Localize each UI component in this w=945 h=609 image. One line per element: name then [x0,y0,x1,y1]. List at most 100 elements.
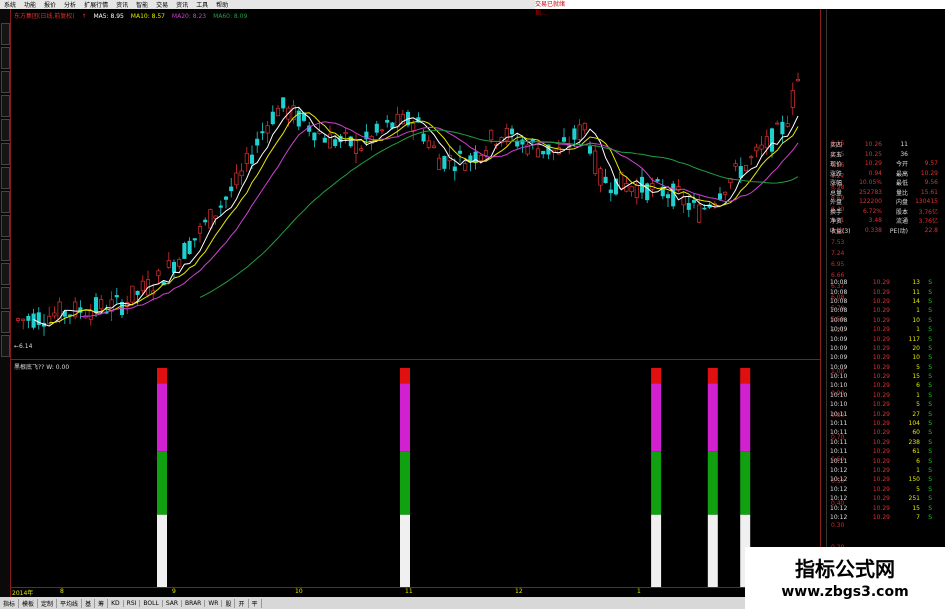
bottom-tab-3[interactable]: 平均线 [57,598,83,608]
tick-row: 10:10 10.29 15 S [830,372,945,381]
bottom-tab-7[interactable]: RSI [124,599,141,607]
menu-item-7[interactable]: 交易 [152,0,172,9]
indicator-bar-segment [740,383,751,452]
tick-cell: 10.29 [872,279,890,287]
left-tab-12[interactable] [1,311,10,333]
bottom-tab-8[interactable]: BOLL [140,599,163,607]
tick-cell: 10.29 [872,457,890,465]
left-tab-8[interactable] [1,215,10,237]
tick-cell: 1 [916,391,920,399]
menu-item-3[interactable]: 分析 [60,0,80,9]
menu-item-5[interactable]: 资讯 [112,0,132,9]
tick-cell: 10.29 [872,476,890,484]
tick-cell: 15 [912,504,920,512]
indicator-bar-segment [707,368,718,384]
menu-item-9[interactable]: 工具 [192,0,212,9]
bottom-tab-6[interactable]: KD [108,599,124,607]
menu-item-2[interactable]: 报价 [40,0,60,9]
left-tab-4[interactable] [1,119,10,141]
indicator-chart[interactable] [10,368,820,587]
bottom-tab-10[interactable]: BRAR [182,599,206,607]
tick-cell: 10.29 [872,485,890,493]
ma-line [80,121,799,318]
tick-cell: 10.29 [872,363,890,371]
quote-cell: 10.29 [920,169,938,177]
bottom-tab-14[interactable]: 平 [249,598,262,608]
quote-cell: 股本 [895,208,908,216]
bottom-tab-11[interactable]: WR [205,599,223,607]
stock-name[interactable]: 东方集团(日线,前复权) [14,13,75,20]
left-tab-2[interactable] [1,71,10,93]
left-tab-0[interactable] [1,23,10,45]
candle-body [671,183,676,207]
left-tab-5[interactable] [1,143,10,165]
candle-body [130,285,135,303]
tick-cell: 10:12 [830,467,848,474]
left-tab-1[interactable] [1,47,10,69]
tick-cell: 10.29 [872,326,890,334]
bottom-tab-13[interactable]: 开 [235,598,249,608]
tick-cell: 10:12 [830,504,848,512]
bottom-tab-4[interactable]: 基 [82,598,96,608]
candle-body [759,144,764,150]
left-tab-3[interactable] [1,95,10,117]
tick-list[interactable]: 10:08 10.29 13 S 10:08 10.29 11 S 10:08 10.29 14 S 1… [830,278,945,522]
tick-row: 10:12 10.29 1 S [830,466,945,475]
candle-body [655,179,660,182]
candle-body [457,150,463,154]
candle-body [171,261,177,273]
candle-body [629,186,634,193]
candle-body [312,132,317,141]
tick-cell: 10:12 [830,485,848,493]
tick-row: 10:08 10.29 13 S [830,278,945,287]
candle-body [587,146,593,154]
indicator-bar-segment [157,368,167,384]
tick-row: 10:12 10.29 251 S [830,494,945,503]
menu-item-0[interactable]: 系统 [0,0,20,9]
candle-body [535,148,541,158]
tick-cell: 10:08 [830,307,848,315]
tick-cell: S [928,401,932,409]
tick-cell: 10:12 [830,476,848,484]
candle-body [275,107,281,117]
candlestick-chart[interactable] [10,20,820,358]
tick-cell: S [928,457,932,465]
tick-cell: 15 [912,373,920,381]
left-tab-13[interactable] [1,335,10,357]
candle-body [541,150,546,155]
left-tab-7[interactable] [1,191,10,213]
tick-cell: S [928,429,932,437]
candle-body [489,129,494,141]
bottom-tab-1[interactable]: 模板 [19,598,39,608]
tick-cell: 10:10 [830,373,848,381]
quote-row: 涨幅 10.05% 最低 9.56 [830,178,945,188]
left-tab-11[interactable] [1,287,10,309]
menu-item-6[interactable]: 智能 [132,0,152,9]
quote-cell: 净资 [830,218,843,226]
bottom-tab-5[interactable]: 筹 [95,598,109,608]
price-axis-label: 7.53 [831,239,845,246]
candle-body [182,243,187,259]
quote-cell: 0.338 [864,226,882,234]
bottom-tab-12[interactable]: 股 [222,598,236,608]
bottom-tab-9[interactable]: SAR [163,599,183,607]
left-tab-9[interactable] [1,239,10,261]
left-tab-10[interactable] [1,263,10,285]
candle-body [229,186,234,192]
bottom-tab-2[interactable]: 定制 [38,598,58,608]
candle-body [208,209,213,229]
left-tab-6[interactable] [1,167,10,189]
menu-item-8[interactable]: 资讯 [172,0,192,9]
trading-app: { "menu": ["系统","功能","报价","分析","扩展行情","资… [0,0,945,609]
trade-status[interactable]: 交易已就绪 指… [535,0,575,18]
tick-row: 10:11 10.29 61 S [830,447,945,456]
candle-body [197,226,203,234]
menu-item-10[interactable]: 帮助 [212,0,232,9]
candle-body [749,156,754,159]
candle-body [333,139,338,146]
menu-item-4[interactable]: 扩展行情 [80,0,112,9]
indicator-bar-segment [707,514,718,587]
bottom-tab-0[interactable]: 指标 [0,598,20,608]
candle-body [515,140,520,147]
menu-item-1[interactable]: 功能 [20,0,40,9]
